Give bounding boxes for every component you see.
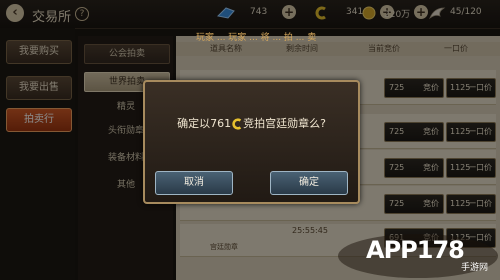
c-coin-icon [232, 118, 242, 130]
dialog-message: 确定以761 竞拍宫廷勋章么? [145, 115, 358, 131]
announcement-marquee: 玩家 ... 玩家 ... 将 ... 拍 ... 卖 [196, 33, 317, 43]
cancel-button[interactable]: 取消 [155, 171, 233, 195]
site-watermark: APP178 手游网 [336, 222, 500, 280]
dialog-message-suffix: 竞拍宫廷勋章么? [243, 117, 326, 130]
watermark-text: APP178 [366, 236, 465, 264]
confirm-dialog: 确定以761 竞拍宫廷勋章么? 取消 确定 [143, 80, 360, 204]
dialog-message-prefix: 确定以761 [177, 117, 232, 130]
watermark-subtext: 手游网 [461, 263, 489, 273]
confirm-button[interactable]: 确定 [270, 171, 348, 195]
